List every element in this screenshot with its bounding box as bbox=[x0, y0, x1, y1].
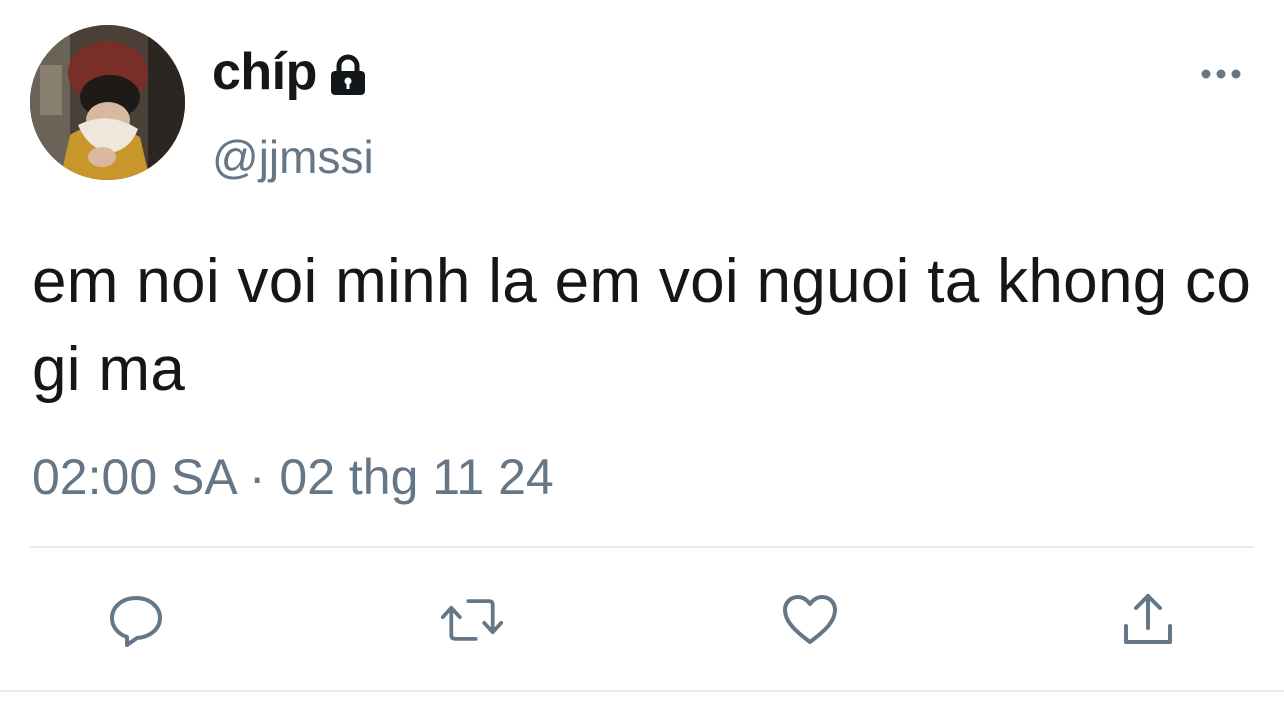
divider bbox=[30, 546, 1254, 548]
tweet-text: em noi voi minh la em voi nguoi ta khong… bbox=[32, 247, 1252, 404]
more-options-icon[interactable] bbox=[1198, 62, 1244, 86]
tweet-card: chíp @jjmssi em noi voi minh la em voi n… bbox=[0, 0, 1284, 711]
like-button[interactable] bbox=[778, 588, 842, 652]
retweet-icon bbox=[440, 599, 504, 641]
share-icon bbox=[1124, 594, 1172, 644]
divider bbox=[0, 690, 1284, 692]
lock-icon bbox=[330, 54, 365, 95]
avatar[interactable] bbox=[30, 25, 185, 180]
heart-icon bbox=[783, 595, 837, 644]
user-name-row: chíp bbox=[212, 40, 369, 104]
display-name[interactable]: chíp bbox=[212, 42, 317, 102]
share-button[interactable] bbox=[1116, 588, 1180, 652]
comment-icon bbox=[110, 596, 162, 647]
user-handle[interactable]: @jjmssi bbox=[212, 130, 374, 184]
reply-button[interactable] bbox=[104, 588, 168, 652]
tweet-timestamp[interactable]: 02:00 SA · 02 thg 11 24 bbox=[32, 448, 554, 506]
retweet-button[interactable] bbox=[440, 588, 504, 652]
avatar-image bbox=[30, 25, 185, 180]
